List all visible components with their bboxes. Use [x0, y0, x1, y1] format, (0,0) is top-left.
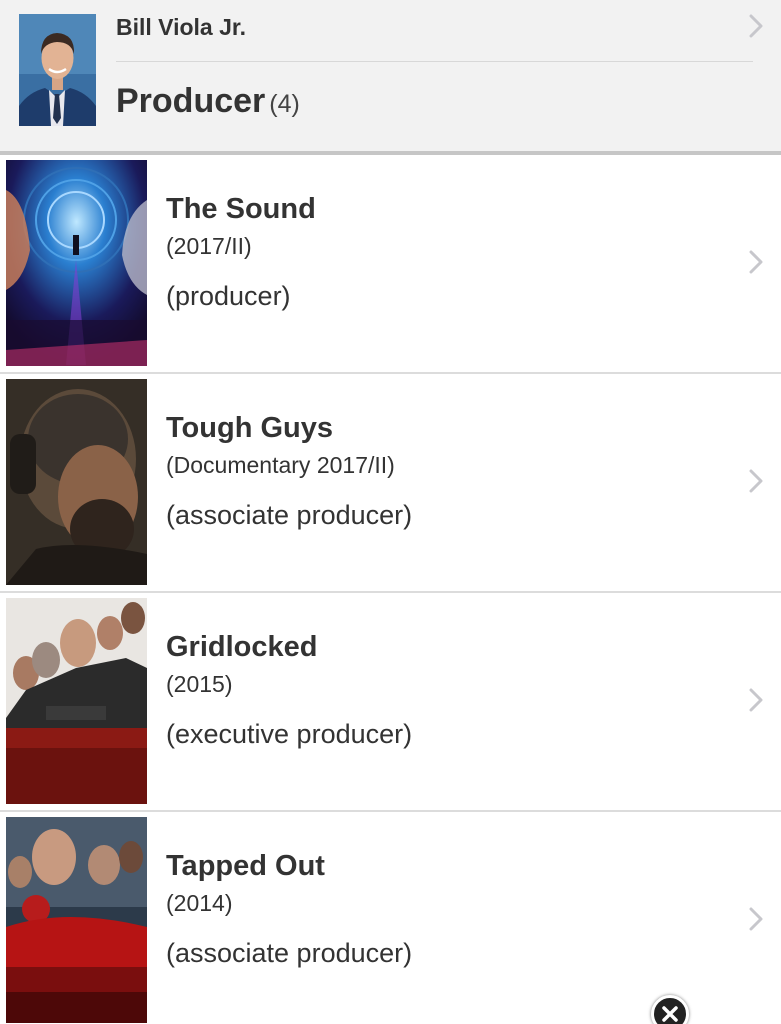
list-item[interactable]: The Sound (2017/II) (producer) [0, 155, 781, 374]
credit-year: (2017/II) [166, 233, 252, 259]
poster-image [6, 379, 147, 585]
close-icon [662, 1006, 678, 1022]
poster-image [6, 598, 147, 804]
credit-role: (producer) [166, 281, 291, 311]
credit-title: Tough Guys [166, 412, 334, 444]
header-divider [116, 61, 753, 62]
poster-image [6, 160, 147, 366]
credit-title: Tapped Out [166, 850, 325, 882]
chevron-right-icon [749, 469, 763, 498]
credits-list: The Sound (2017/II) (producer) Tough Guy… [0, 155, 781, 1024]
credit-year: (2014) [166, 890, 233, 916]
credit-role: (associate producer) [166, 500, 413, 530]
credit-year: (2015) [166, 671, 233, 697]
chevron-right-icon [749, 688, 763, 717]
list-item[interactable]: Tough Guys (Documentary 2017/II) (associ… [0, 374, 781, 593]
close-button[interactable] [651, 995, 689, 1024]
credit-year: (Documentary 2017/II) [166, 452, 395, 478]
chevron-right-icon [749, 250, 763, 279]
person-name[interactable]: Bill Viola Jr. [116, 14, 246, 41]
credit-title: Gridlocked [166, 631, 318, 663]
person-avatar [19, 14, 96, 126]
section-count: (4) [269, 90, 300, 118]
list-item[interactable]: Gridlocked (2015) (executive producer) [0, 593, 781, 812]
section-title: Producer (4) [116, 82, 300, 121]
credit-role: (associate producer) [166, 938, 413, 968]
list-item[interactable]: Tapped Out (2014) (associate producer) [0, 812, 781, 1024]
person-header[interactable]: Bill Viola Jr. Producer (4) [0, 0, 781, 155]
poster-image [6, 817, 147, 1023]
chevron-right-icon [749, 907, 763, 936]
credit-role: (executive producer) [166, 719, 413, 749]
chevron-right-icon [749, 14, 763, 43]
section-title-label: Producer [116, 82, 266, 120]
credit-title: The Sound [166, 193, 316, 225]
